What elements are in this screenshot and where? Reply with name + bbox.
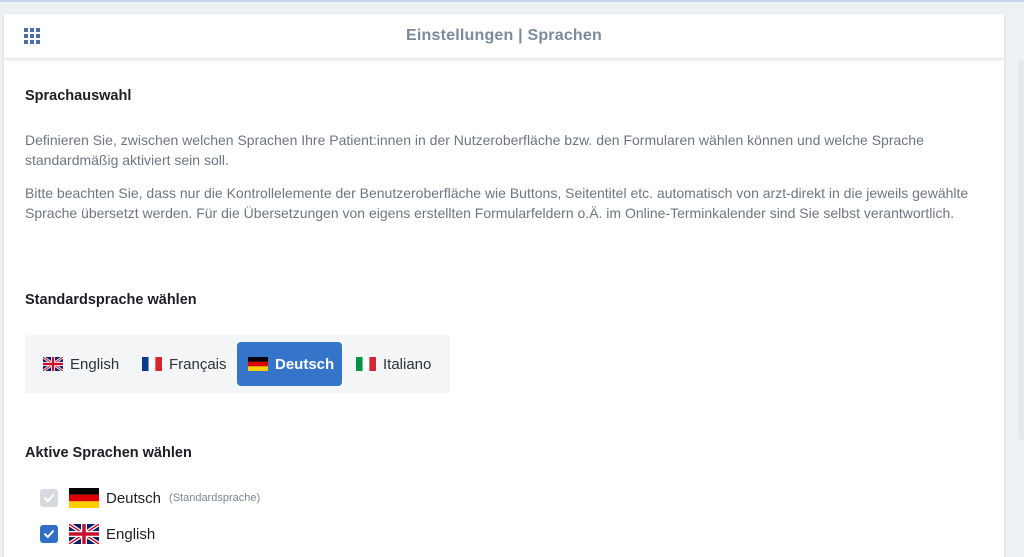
active-language-english: English xyxy=(40,522,155,546)
uk-flag-icon xyxy=(43,357,63,371)
description-paragraph-1: Definieren Sie, zwischen welchen Sprache… xyxy=(25,132,924,168)
active-language-label: English xyxy=(106,525,156,543)
page-scrollbar[interactable] xyxy=(1018,60,1024,440)
check-icon xyxy=(44,530,54,538)
section-heading-sprachauswahl: Sprachauswahl xyxy=(25,88,132,104)
france-flag-icon xyxy=(142,357,162,371)
section-heading-standardsprache: Standardsprache wählen xyxy=(25,292,197,308)
section-heading-aktive-sprachen: Aktive Sprachen wählen xyxy=(25,445,192,461)
active-language-checkbox-english[interactable] xyxy=(40,525,58,543)
lang-option-label: English xyxy=(70,355,120,373)
lang-option-italiano[interactable]: Italiano xyxy=(345,342,442,386)
default-language-note: (Standardsprache) xyxy=(169,492,261,504)
active-language-checkbox-deutsch xyxy=(40,489,58,507)
top-accent-line xyxy=(0,0,1024,2)
settings-panel: Einstellungen | Sprachen Sprachauswahl D… xyxy=(4,14,1004,557)
uk-flag-icon xyxy=(69,524,99,544)
germany-flag-icon xyxy=(248,357,268,371)
lang-option-label: Deutsch xyxy=(275,355,335,373)
italy-flag-icon xyxy=(356,357,376,371)
page-title: Einstellungen | Sprachen xyxy=(406,27,602,44)
germany-flag-icon xyxy=(69,488,99,508)
active-language-label: Deutsch xyxy=(106,489,162,507)
panel-header: Einstellungen | Sprachen xyxy=(4,14,1004,59)
active-language-deutsch: Deutsch (Standardsprache) xyxy=(40,486,260,510)
lang-option-english[interactable]: English xyxy=(32,342,130,386)
default-language-switch: English Français Deutsch Italiano xyxy=(25,335,450,393)
lang-option-deutsch[interactable]: Deutsch xyxy=(237,342,342,386)
check-icon xyxy=(44,494,54,502)
description-paragraph-2: Bitte beachten Sie, dass nur die Kontrol… xyxy=(25,185,969,221)
lang-option-label: Italiano xyxy=(383,355,432,373)
lang-option-label: Français xyxy=(169,355,227,373)
lang-option-francais[interactable]: Français xyxy=(131,342,238,386)
